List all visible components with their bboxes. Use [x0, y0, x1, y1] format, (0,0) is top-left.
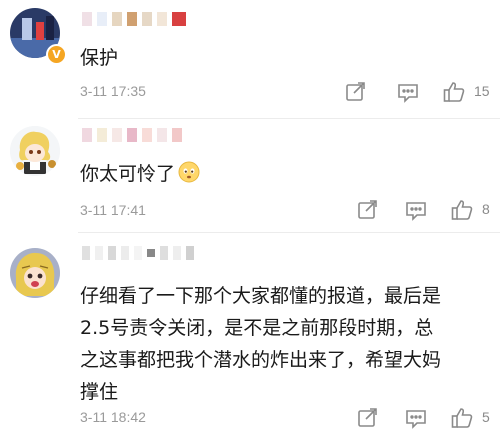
avatar[interactable]: [10, 126, 60, 176]
sad-face-emoji: [178, 161, 200, 183]
comment-actions: 8: [340, 198, 500, 224]
comment-text: 保护: [80, 47, 119, 69]
comment-text-line: 撑住: [80, 381, 119, 403]
comment-text-line: 2.5号责令关闭，是不是之前那段时期，总: [80, 317, 434, 339]
comment-icon[interactable]: [404, 198, 428, 222]
share-icon[interactable]: [344, 80, 368, 104]
share-icon[interactable]: [356, 406, 380, 430]
comment-item: 仔细看了一下那个大家都懂的报道，最后是 2.5号责令关闭，是不是之前那段时期，总…: [0, 232, 500, 433]
comment-text: 仔细看了一下那个大家都懂的报道，最后是 2.5号责令关闭，是不是之前那段时期，总…: [80, 280, 484, 408]
thumbs-up-icon[interactable]: [450, 406, 474, 430]
avatar[interactable]: [10, 248, 60, 298]
comment-timestamp: 3-11 17:41: [80, 202, 146, 218]
comment-text-body: 你太可怜了: [80, 163, 176, 185]
thumbs-up-icon[interactable]: [450, 198, 474, 222]
verified-badge-icon: V: [46, 44, 67, 65]
share-icon[interactable]: [356, 198, 380, 222]
comment-icon[interactable]: [396, 80, 420, 104]
comment-item: 你太可怜了 3-11 17:41 8: [0, 118, 500, 232]
thumbs-up-icon[interactable]: [442, 80, 466, 104]
comment-actions: 15: [340, 80, 500, 106]
comment-icon[interactable]: [404, 406, 428, 430]
comment-text: 你太可怜了: [80, 158, 484, 190]
comment-list: V 保护 3-11 17:35 15 你太可怜了 3-11 17:41 8 仔细…: [0, 0, 500, 433]
username[interactable]: [82, 242, 199, 264]
comment-text-line: 仔细看了一下那个大家都懂的报道，最后是: [80, 285, 442, 307]
comment-text-line: 之这事都把我个潜水的炸出来了，希望大妈: [80, 349, 442, 371]
comment-timestamp: 3-11 17:35: [80, 83, 146, 99]
comment-timestamp: 3-11 18:42: [80, 409, 146, 425]
comment-item: V 保护 3-11 17:35 15: [0, 0, 500, 118]
username[interactable]: [82, 8, 191, 30]
like-count: 15: [474, 83, 490, 99]
username[interactable]: [82, 124, 187, 146]
like-count: 5: [482, 409, 490, 425]
like-count: 8: [482, 201, 490, 217]
comment-actions: 5: [340, 406, 500, 432]
